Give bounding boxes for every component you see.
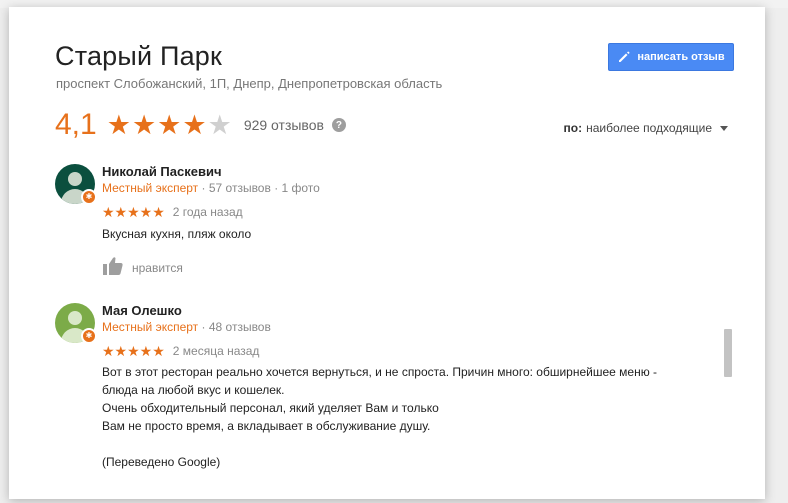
sort-value: наиболее подходящие	[586, 121, 712, 135]
place-title: Старый Парк	[55, 41, 223, 71]
reviews-dialog: Старый Парк проспект Слобожанский, 1П, Д…	[9, 7, 765, 499]
local-guide-badge-icon: ✱	[81, 189, 97, 205]
local-guide-label[interactable]: Местный эксперт	[102, 181, 198, 195]
reviewer-name[interactable]: Николай Паскевич	[102, 164, 222, 179]
reviewer-meta: Местный эксперт · 57 отзывов · 1 фото	[102, 181, 320, 195]
reviewer-stats: · 48 отзывов	[198, 320, 271, 334]
star-icon: ★	[106, 109, 131, 140]
review-text-line: Очень обходительный персонал, який уделя…	[102, 401, 439, 415]
caret-down-icon	[720, 125, 728, 131]
review-rating-line: ★★★★★ 2 года назад	[102, 205, 243, 219]
review-item: ✱ Мая Олешко Местный эксперт · 48 отзыво…	[55, 303, 715, 499]
review-text-line: Вам не просто время, а вкладывает в обсл…	[102, 419, 431, 433]
review-text-line: блюда на любой вкус и кошелек.	[102, 383, 285, 397]
write-review-label: написать отзыв	[637, 51, 725, 63]
sort-dropdown[interactable]: по: наиболее подходящие	[564, 121, 728, 135]
review-stars: ★★★★★	[102, 204, 165, 220]
review-text-line	[102, 435, 722, 453]
place-address: проспект Слобожанский, 1П, Днепр, Днепро…	[56, 76, 443, 91]
star-empty-icon: ★	[207, 109, 232, 140]
star-icon: ★	[131, 109, 157, 140]
local-guide-label[interactable]: Местный эксперт	[102, 320, 198, 334]
help-icon[interactable]: ?	[331, 118, 346, 132]
translated-by-google[interactable]: (Переведено Google)	[102, 453, 722, 471]
thumbs-up-icon	[102, 256, 124, 279]
like-label: нравится	[132, 260, 183, 275]
scrollbar-thumb[interactable]	[724, 329, 732, 377]
review-text: Вот в этот ресторан реально хочется верн…	[102, 363, 722, 471]
star-icon: ★	[182, 109, 207, 140]
local-guide-badge-icon: ✱	[81, 328, 97, 344]
like-button[interactable]: нравится	[102, 256, 183, 279]
reviewer-name[interactable]: Мая Олешко	[102, 303, 182, 318]
pencil-icon	[617, 50, 631, 64]
sort-label: по:	[563, 121, 583, 135]
rating-summary: 4,1 ★ ★ ★ ★ ★ 929 отзывов ?	[55, 107, 346, 143]
review-date: 2 месяца назад	[172, 344, 260, 358]
review-rating-line: ★★★★★ 2 месяца назад	[102, 344, 259, 358]
rating-value: 4,1	[55, 108, 97, 141]
review-text-line: Вот в этот ресторан реально хочется верн…	[102, 365, 658, 379]
review-item: ✱ Николай Паскевич Местный эксперт · 57 …	[55, 164, 715, 284]
rating-stars: ★ ★ ★ ★ ★	[106, 109, 232, 140]
review-date: 2 года назад	[172, 205, 243, 219]
star-icon: ★	[157, 109, 182, 140]
reviews-count: 929 отзывов	[243, 117, 324, 133]
review-text: Вкусная кухня, пляж около	[102, 227, 252, 241]
write-review-button[interactable]: написать отзыв	[608, 43, 734, 71]
reviewer-stats: · 57 отзывов · 1 фото	[198, 181, 320, 195]
reviewer-meta: Местный эксперт · 48 отзывов	[102, 320, 271, 334]
review-stars: ★★★★★	[102, 343, 165, 359]
